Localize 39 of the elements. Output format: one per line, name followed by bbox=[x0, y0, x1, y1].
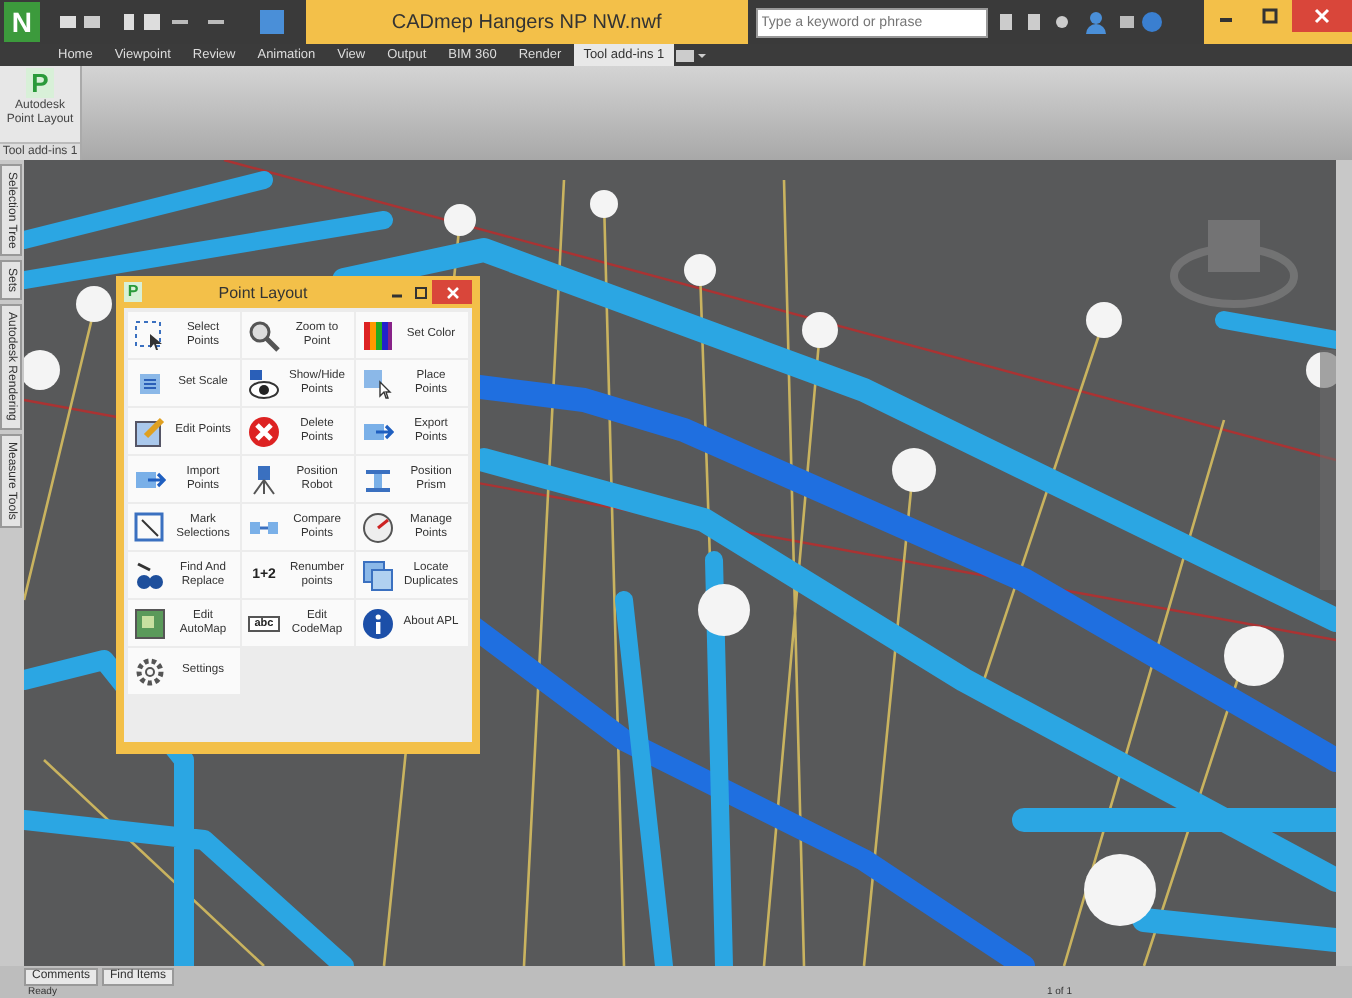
eye-icon bbox=[248, 367, 280, 399]
map-icon bbox=[134, 607, 166, 639]
gear-icon bbox=[134, 655, 166, 687]
close-button[interactable] bbox=[432, 280, 472, 304]
sphere bbox=[684, 254, 716, 286]
app-logo-icon[interactable]: N bbox=[4, 2, 40, 42]
sphere bbox=[892, 448, 936, 492]
maximize-icon bbox=[413, 285, 427, 299]
user-icon[interactable] bbox=[1083, 10, 1108, 34]
duplicates-icon bbox=[362, 559, 394, 591]
p-logo-icon: P bbox=[26, 68, 54, 98]
close-icon bbox=[1314, 8, 1330, 24]
zoom-icon bbox=[248, 319, 280, 351]
close-button[interactable] bbox=[1292, 0, 1352, 32]
mark-icon bbox=[134, 511, 166, 543]
dropdown-icon[interactable] bbox=[676, 47, 709, 63]
dialog-title: Point Layout bbox=[216, 283, 310, 301]
find-icon bbox=[134, 559, 166, 591]
edit-icon bbox=[134, 415, 166, 447]
info-icon bbox=[362, 607, 394, 639]
select-icon bbox=[134, 319, 166, 351]
maximize-icon bbox=[1262, 8, 1278, 24]
sphere bbox=[444, 204, 476, 236]
close-icon bbox=[445, 285, 459, 299]
sphere bbox=[802, 312, 838, 348]
sphere bbox=[1084, 854, 1156, 926]
sphere bbox=[698, 584, 750, 636]
sphere bbox=[590, 190, 618, 218]
delete-icon bbox=[248, 415, 280, 447]
sphere bbox=[1086, 302, 1122, 338]
gauge-icon bbox=[362, 511, 394, 543]
p-logo-icon: P bbox=[124, 282, 142, 302]
sphere bbox=[76, 286, 112, 322]
place-icon bbox=[362, 367, 394, 399]
window-title: CADmep Hangers NP NW.nwf bbox=[391, 11, 662, 33]
robot-icon bbox=[248, 463, 280, 495]
palette-icon bbox=[362, 319, 394, 351]
sphere bbox=[1224, 626, 1284, 686]
help-icon[interactable] bbox=[1115, 10, 1164, 34]
